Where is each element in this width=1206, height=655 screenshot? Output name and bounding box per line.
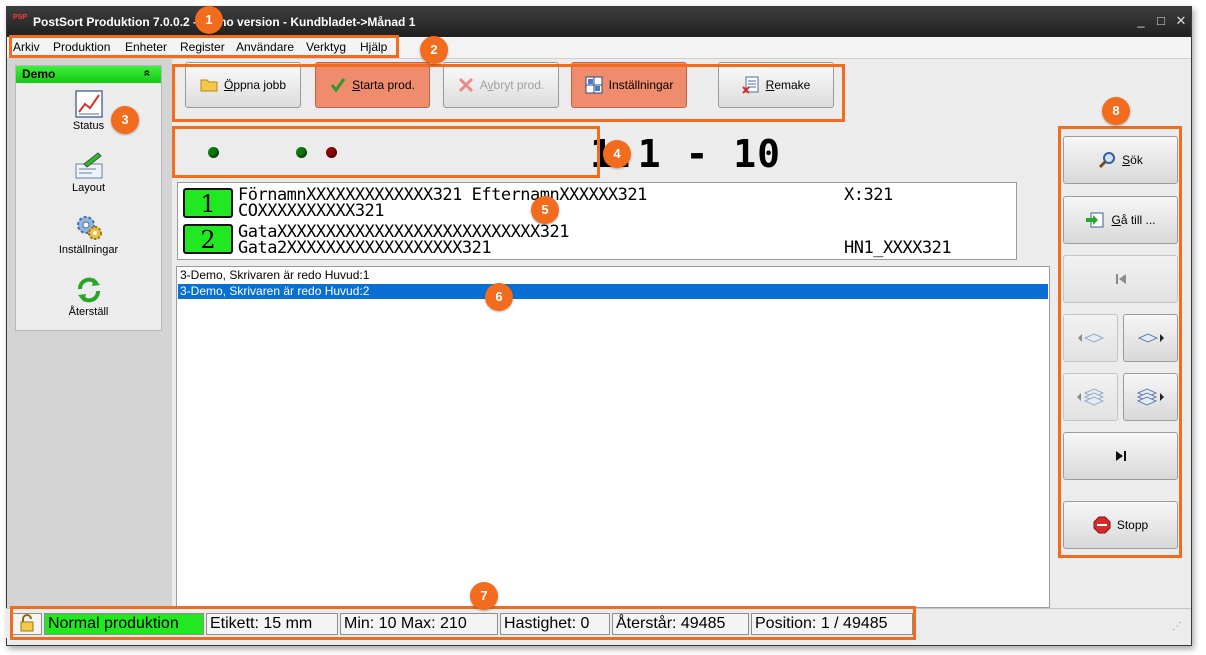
app-logo-icon: PSP (13, 14, 28, 21)
label-row-line: Gata2XXXXXXXXXXXXXXXXXX321 (238, 238, 492, 258)
label-row-line: COXXXXXXXXXX321 (238, 201, 385, 221)
callout-badge-5: 5 (531, 196, 559, 224)
list-item-selected[interactable]: 3-Demo, Skrivaren är redo Huvud:2 (178, 284, 1048, 299)
callout-badge-1: 1 (195, 6, 223, 34)
chart-icon (74, 90, 103, 118)
highlight-menu (9, 35, 399, 58)
highlight-statusbar (10, 606, 916, 640)
label-preview: 1 FörnamnXXXXXXXXXXXXX321 EfternamnXXXXX… (177, 182, 1017, 260)
sidebar-group-demo: Demo « Status Layout Inställningar Åters… (15, 65, 162, 331)
callout-badge-2: 2 (420, 36, 448, 64)
sidebar-group-title: Demo (22, 67, 56, 81)
callout-badge-7: 7 (470, 582, 498, 610)
callout-badge-3: 3 (111, 106, 139, 134)
window-title: PostSort Produktion 7.0.0.2 - Demo versi… (33, 15, 416, 29)
label-row-number: 2 (183, 224, 233, 254)
event-log-list[interactable]: 3-Demo, Skrivaren är redo Huvud:1 3-Demo… (176, 266, 1050, 608)
label-row-line-right: HN1_XXXX321 (844, 238, 952, 258)
highlight-toolbar (172, 64, 845, 122)
sidebar-item-label: Återställ (68, 306, 109, 318)
collapse-icon[interactable]: « (140, 70, 154, 77)
sidebar-item-label: Inställningar (58, 244, 119, 256)
sidebar-item-label: Status (72, 120, 105, 132)
gears-icon (76, 216, 102, 240)
minimize-button[interactable]: _ (1133, 13, 1149, 29)
sidebar-item-label: Layout (71, 182, 106, 194)
sidebar-group-header[interactable]: Demo « (16, 66, 161, 83)
callout-badge-6: 6 (485, 283, 513, 311)
sidebar-item-status[interactable]: Status (16, 90, 161, 150)
callout-badge-4: 4 (603, 140, 631, 168)
highlight-navigation (1058, 126, 1182, 558)
close-button[interactable]: ✕ (1173, 13, 1189, 29)
sidebar: Demo « Status Layout Inställningar Åters… (7, 59, 172, 609)
label-row-line-right: X:321 (844, 185, 893, 205)
sidebar-item-layout[interactable]: Layout (16, 152, 161, 212)
list-item[interactable]: 3-Demo, Skrivaren är redo Huvud:1 (178, 268, 1048, 283)
title-bar: PSP PostSort Produktion 7.0.0.2 - Demo v… (7, 7, 1191, 37)
maximize-button[interactable]: □ (1153, 13, 1169, 29)
callout-badge-8: 8 (1102, 97, 1130, 125)
layout-icon (75, 152, 102, 179)
label-row-number: 1 (183, 188, 233, 218)
resize-grip-icon[interactable]: ⋰ (1172, 621, 1182, 632)
sidebar-item-installningar[interactable]: Inställningar (16, 214, 161, 274)
refresh-icon (77, 277, 100, 303)
highlight-counter (172, 126, 600, 178)
sidebar-item-aterstall[interactable]: Återställ (16, 276, 161, 336)
